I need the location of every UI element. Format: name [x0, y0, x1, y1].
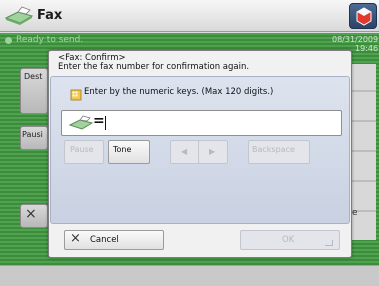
cancel-label: Cancel: [90, 235, 119, 245]
ok-label: OK: [282, 235, 295, 245]
backspace-label: Backspace: [252, 145, 295, 154]
bottom-bar: [0, 265, 379, 286]
background-side-letter: e: [352, 208, 358, 218]
status-text: Ready to send.: [16, 35, 84, 45]
pause-label: Pause: [70, 145, 94, 154]
right-arrow-icon: ▶: [209, 147, 216, 156]
close-icon: ×: [25, 206, 37, 222]
close-icon: ×: [70, 231, 81, 246]
status-indicator-icon: [5, 37, 12, 44]
user-icon: [356, 7, 372, 26]
numeric-keys-icon: [70, 86, 82, 101]
dialog-prompt: Enter the fax number for confirmation ag…: [58, 62, 250, 72]
app-title: Fax: [37, 8, 63, 23]
text-cursor: [105, 116, 106, 130]
enter-icon: [325, 240, 333, 246]
background-destination-label: Dest: [24, 72, 43, 81]
tone-label: Tone: [113, 145, 132, 154]
left-arrow-icon: ◀: [181, 147, 188, 156]
date-value: 08/31/2009: [332, 35, 379, 44]
field-prefix: =: [93, 113, 105, 129]
dialog-instruction: Enter by the numeric keys. (Max 120 digi…: [84, 87, 274, 97]
background-pause-label: Pausi: [22, 130, 43, 139]
user-menu-button[interactable]: [349, 3, 377, 29]
fax-machine-icon: [4, 6, 34, 26]
fax-machine-icon: [68, 115, 94, 131]
